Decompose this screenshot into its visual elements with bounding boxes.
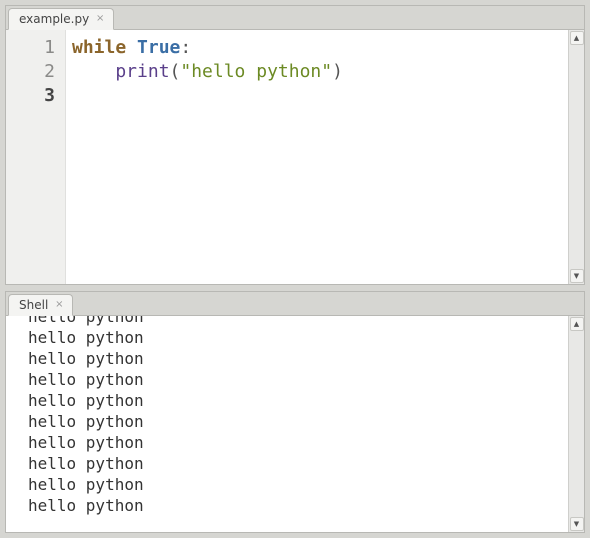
line-number: 1 (6, 36, 55, 60)
code-line[interactable] (72, 84, 568, 108)
shell-output-line: hello python (28, 316, 568, 327)
scroll-up-icon[interactable]: ▲ (570, 31, 584, 45)
shell-pane: Shell × hello pythonhello pythonhello py… (5, 291, 585, 533)
shell-output-line: hello python (28, 348, 568, 369)
shell-output-line: hello python (28, 453, 568, 474)
line-number-gutter: 123 (6, 30, 66, 284)
shell-tabbar: Shell × (6, 292, 584, 316)
tab-shell[interactable]: Shell × (8, 294, 73, 316)
shell-output-line: hello python (28, 495, 568, 516)
scroll-down-icon[interactable]: ▼ (570, 517, 584, 531)
close-icon[interactable]: × (95, 14, 105, 24)
code-token (126, 37, 137, 58)
editor-scrollbar[interactable]: ▲ ▼ (568, 30, 584, 284)
code-token: ( (170, 61, 181, 82)
code-token: True (137, 37, 180, 58)
shell-output-line: hello python (28, 327, 568, 348)
editor-body: 123 while True:print("hello python") ▲ ▼ (6, 30, 584, 284)
close-icon[interactable]: × (54, 300, 64, 310)
code-token: while (72, 37, 126, 58)
line-number: 2 (6, 60, 55, 84)
tab-example-py[interactable]: example.py × (8, 8, 114, 30)
code-token: "hello python" (180, 61, 332, 82)
shell-output-line: hello python (28, 432, 568, 453)
scroll-track[interactable] (569, 46, 584, 268)
scroll-track[interactable] (569, 332, 584, 516)
scroll-up-icon[interactable]: ▲ (570, 317, 584, 331)
code-token: : (180, 37, 191, 58)
shell-output-line: hello python (28, 411, 568, 432)
shell-scrollbar[interactable]: ▲ ▼ (568, 316, 584, 532)
shell-output[interactable]: hello pythonhello pythonhello pythonhell… (6, 316, 568, 532)
scroll-down-icon[interactable]: ▼ (570, 269, 584, 283)
editor-pane: example.py × 123 while True:print("hello… (5, 5, 585, 285)
shell-output-line: hello python (28, 390, 568, 411)
shell-tab-label: Shell (19, 298, 48, 312)
shell-output-line: hello python (28, 474, 568, 495)
shell-body: hello pythonhello pythonhello pythonhell… (6, 316, 584, 532)
editor-tabbar: example.py × (6, 6, 584, 30)
line-number: 3 (6, 84, 55, 108)
editor-tab-label: example.py (19, 12, 89, 26)
code-token: ) (332, 61, 343, 82)
code-line[interactable]: while True: (72, 36, 568, 60)
code-editor[interactable]: while True:print("hello python") (66, 30, 568, 284)
code-line[interactable]: print("hello python") (72, 60, 568, 84)
shell-output-line: hello python (28, 369, 568, 390)
code-token: print (115, 61, 169, 82)
